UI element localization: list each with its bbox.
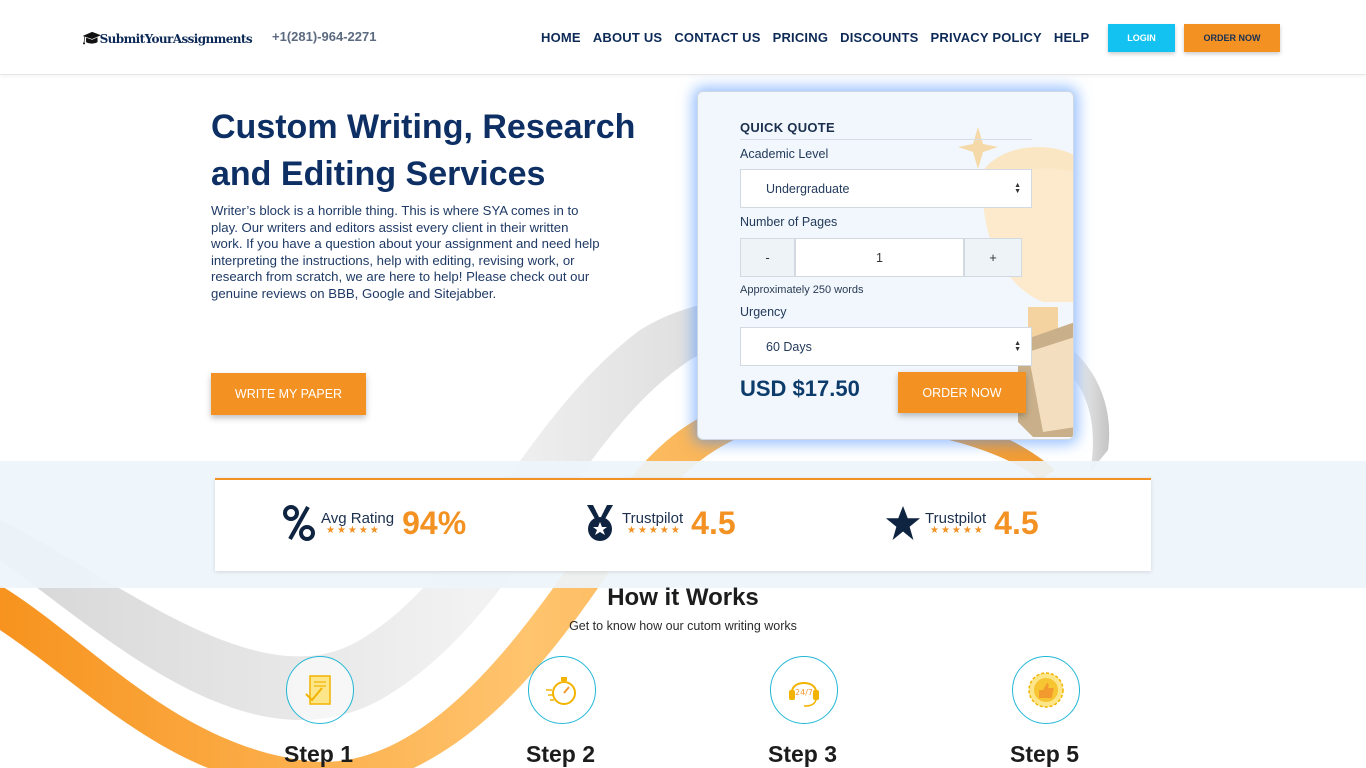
rating-item: Trustpilot ★★★★★ 4.5	[885, 498, 1039, 548]
nav-about-us[interactable]: ABOUT US	[593, 30, 663, 45]
site-logo[interactable]: SubmitYourAssignments	[82, 16, 253, 60]
headset-24-7-icon: 24/7	[770, 656, 838, 724]
quote-order-now-button[interactable]: ORDER NOW	[898, 372, 1026, 413]
rating-stars: ★★★★★	[627, 525, 682, 536]
hero-description: Writer’s block is a horrible thing. This…	[211, 203, 600, 301]
select-arrows-icon: ▲ ▼	[1014, 340, 1021, 353]
step-name: Step 2	[526, 741, 596, 767]
rating-stars: ★★★★★	[326, 525, 381, 536]
quote-price: USD $17.50	[740, 376, 860, 401]
logo-text: SubmitYourAssignments	[99, 32, 253, 46]
login-button[interactable]: LOGIN	[1108, 24, 1175, 52]
urgency-value: 60 Days	[766, 339, 812, 354]
quick-quote-divider	[740, 139, 1032, 140]
nav-home[interactable]: HOME	[541, 30, 581, 45]
step-name: Step 5	[1010, 741, 1080, 767]
phone-number[interactable]: +1(281)-964-2271	[272, 29, 376, 44]
thumbs-up-badge-icon	[1012, 656, 1080, 724]
academic-level-label: Academic Level	[740, 147, 829, 161]
pages-label: Number of Pages	[740, 215, 838, 229]
nav-contact-us[interactable]: CONTACT US	[674, 30, 760, 45]
background-ribbons	[0, 296, 1110, 768]
nav-pricing[interactable]: PRICING	[773, 30, 829, 45]
quick-quote-card: QUICK QUOTE Academic Level Undergraduate…	[697, 91, 1074, 440]
step-name: Step 1	[284, 741, 354, 767]
header-order-now-button[interactable]: ORDER NOW	[1184, 24, 1280, 52]
hero-title: Custom Writing, Research and Editing Ser…	[211, 104, 681, 198]
site-header: SubmitYourAssignments +1(281)-964-2271 H…	[0, 0, 1366, 75]
rating-item: Avg Rating ★★★★★ 94%	[281, 498, 466, 548]
rating-item: Trustpilot ★★★★★ 4.5	[582, 498, 736, 548]
nav-help[interactable]: HELP	[1054, 30, 1089, 45]
main-nav: HOME ABOUT US CONTACT US PRICING DISCOUN…	[541, 30, 1101, 45]
urgency-label: Urgency	[740, 305, 787, 319]
academic-level-value: Undergraduate	[766, 181, 850, 196]
svg-text:24/7: 24/7	[795, 688, 813, 697]
approx-words: Approximately 250 words	[740, 284, 864, 296]
rating-value: 4.5	[691, 504, 736, 541]
nav-privacy-policy[interactable]: PRIVACY POLICY	[931, 30, 1042, 45]
how-it-works-subtitle: Get to know how our cutom writing works	[569, 619, 797, 633]
stopwatch-icon	[528, 656, 596, 724]
how-it-works-title: How it Works	[607, 584, 759, 611]
hero-title-line-1: Custom Writing, Research	[211, 108, 636, 146]
nav-discounts[interactable]: DISCOUNTS	[840, 30, 918, 45]
rating-value: 4.5	[994, 504, 1039, 541]
select-arrows-icon: ▲ ▼	[1014, 182, 1021, 195]
document-check-icon	[286, 656, 354, 724]
rating-stars: ★★★★★	[930, 525, 985, 536]
academic-level-select[interactable]: Undergraduate ▲ ▼	[740, 169, 1032, 208]
pages-increment-button[interactable]: +	[964, 238, 1022, 277]
rating-value: 94%	[402, 504, 467, 541]
medal-icon	[582, 503, 618, 543]
ratings-card: Avg Rating ★★★★★ 94% Trustpilot ★★★★★ 4.…	[215, 478, 1151, 571]
percent-icon	[281, 503, 317, 543]
pages-input[interactable]: 1	[795, 238, 964, 277]
pages-decrement-button[interactable]: -	[740, 238, 795, 277]
star-icon	[885, 503, 921, 543]
hero-title-line-2: and Editing Services	[211, 155, 546, 193]
quick-quote-title: QUICK QUOTE	[740, 120, 836, 135]
urgency-select[interactable]: 60 Days ▲ ▼	[740, 327, 1032, 366]
step-name: Step 3	[768, 741, 838, 767]
write-my-paper-button[interactable]: WRITE MY PAPER	[211, 373, 366, 415]
